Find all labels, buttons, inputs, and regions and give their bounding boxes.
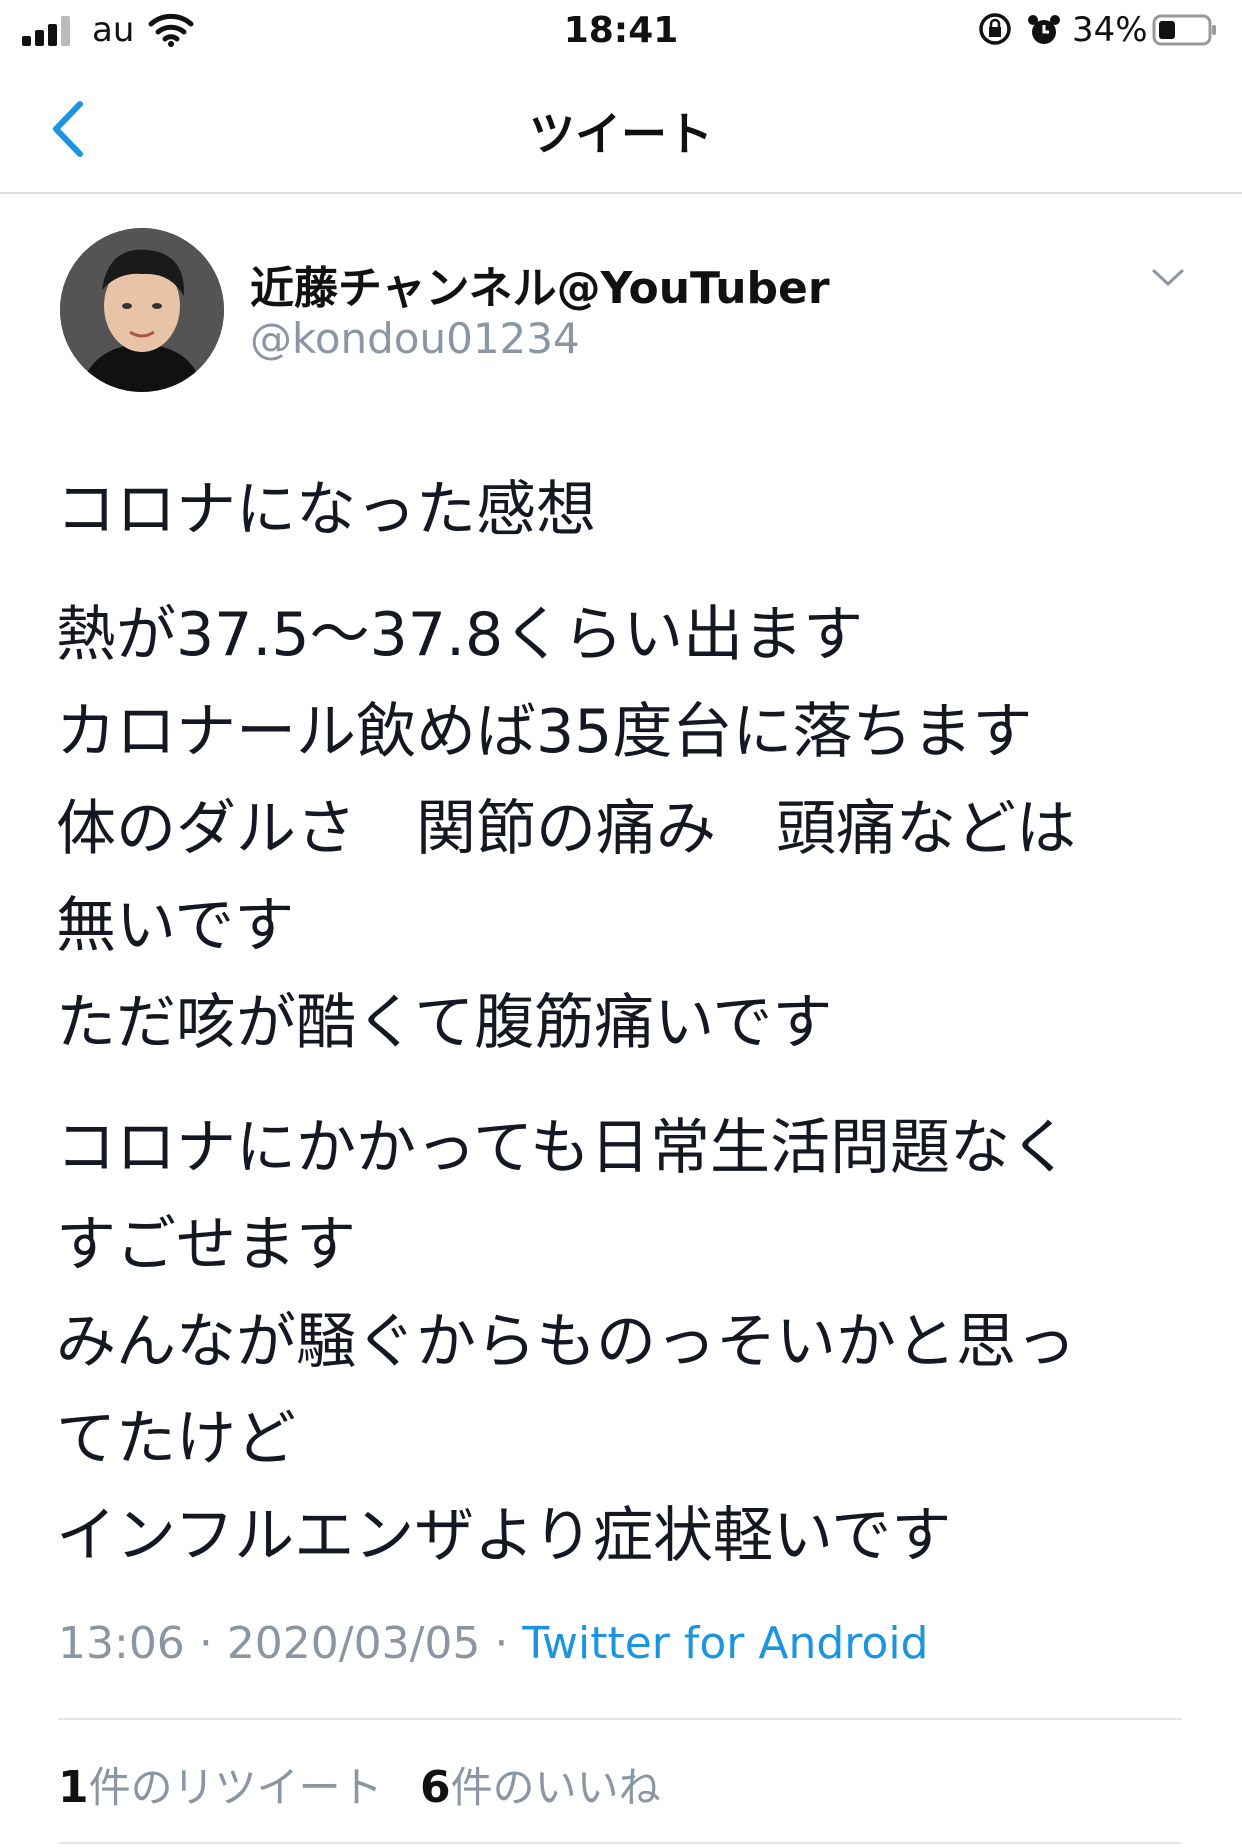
tweet-line: コロナにかかっても日常生活問題なく [56, 1113, 1070, 1183]
tweet-stats: 1件のリツイート 6件のいいね [58, 1754, 685, 1815]
meta-separator: · [198, 1618, 213, 1669]
tweet-source-link[interactable]: Twitter for Android [522, 1618, 928, 1669]
likes-label: 件のいいね [450, 1763, 661, 1812]
tweet-line: カロナール飲めば35度台に落ちます [56, 697, 1033, 767]
navigation-bar: ツイート [0, 64, 1242, 194]
divider [58, 1842, 1182, 1844]
status-bar: au 18:41 34% [0, 0, 1242, 64]
divider [58, 1718, 1182, 1720]
tweet-line: 体のダルさ 関節の痛み 頭痛などは [56, 794, 1076, 864]
battery-icon [1152, 14, 1216, 46]
tweet-line: コロナになった感想 [56, 475, 596, 545]
tweet-line: インフルエンザより症状軽いです [56, 1501, 952, 1571]
likes-link[interactable]: 6件のいいね [420, 1762, 661, 1813]
tweet-text: コロナになった感想 熱が37.5〜37.8くらい出ます カロナール飲めば35度台… [56, 462, 1196, 1585]
avatar[interactable] [60, 228, 224, 392]
retweets-label: 件のリツイート [88, 1763, 383, 1812]
author-display-name[interactable]: 近藤チャンネル@YouTuber [250, 252, 830, 316]
tweet-line: みんなが騒ぐからものっそいかと思っ [56, 1307, 1076, 1377]
orientation-lock-icon [979, 13, 1011, 45]
retweets-count: 1 [58, 1762, 89, 1813]
page-title: ツイート [529, 107, 713, 161]
tweet-line: 熱が37.5〜37.8くらい出ます [56, 600, 864, 670]
tweet-line: すごせます [56, 1210, 356, 1280]
likes-count: 6 [420, 1762, 451, 1813]
meta-separator: · [494, 1618, 509, 1669]
author-handle[interactable]: @kondou01234 [250, 314, 580, 363]
tweet-date: 2020/03/05 [226, 1618, 481, 1669]
tweet-line: 無いです [56, 891, 295, 961]
alarm-icon [1028, 15, 1060, 44]
chevron-down-icon[interactable] [1148, 262, 1188, 292]
tweet-line: てたけど [56, 1404, 296, 1474]
tweet-meta: 13:06 · 2020/03/05 · Twitter for Android [58, 1618, 928, 1669]
tweet-line: ただ咳が酷くて腹筋痛いです [56, 988, 833, 1058]
tweet-time: 13:06 [58, 1618, 185, 1669]
retweets-link[interactable]: 1件のリツイート [58, 1762, 383, 1813]
battery-percent: 34% [1072, 10, 1148, 50]
